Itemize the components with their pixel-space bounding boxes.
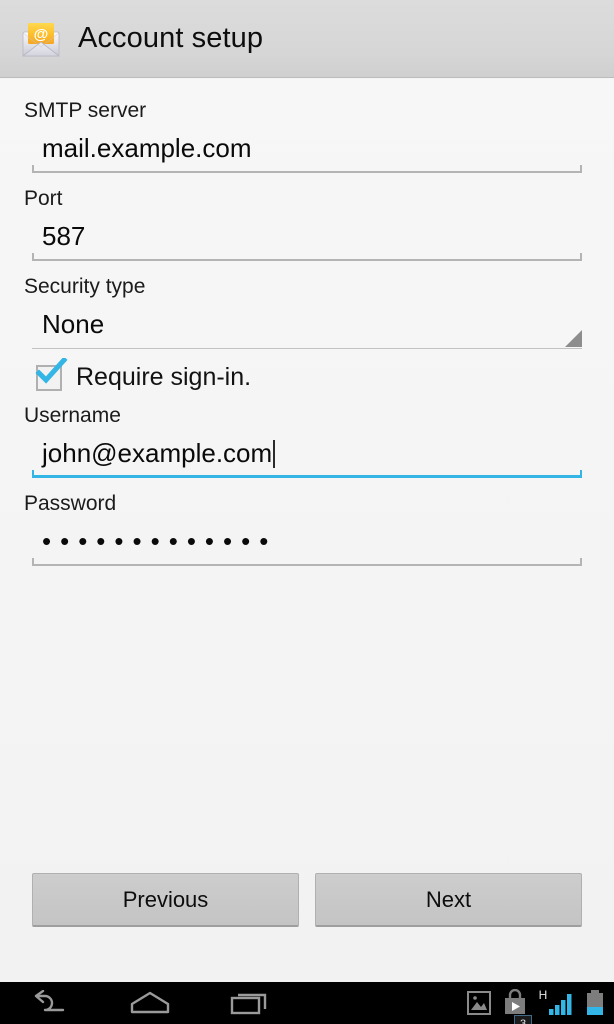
battery-icon xyxy=(584,988,606,1018)
system-navigation-bar: 3 H xyxy=(0,982,614,1024)
next-button[interactable]: Next xyxy=(315,873,582,927)
port-field[interactable]: 587 xyxy=(32,215,582,261)
username-value: john@example.com xyxy=(42,438,273,468)
security-type-underline xyxy=(32,348,582,349)
action-bar: @ Account setup xyxy=(0,0,614,78)
username-label: Username xyxy=(24,404,121,427)
password-value: ••••••••••••• xyxy=(42,526,278,556)
username-underline xyxy=(32,470,582,478)
back-button[interactable] xyxy=(0,982,100,1024)
svg-text:@: @ xyxy=(34,26,49,43)
port-value: 587 xyxy=(42,221,86,251)
network-type-label: H xyxy=(539,988,548,1002)
play-store-badge: 3 xyxy=(514,1015,532,1024)
security-type-spinner[interactable]: None xyxy=(32,303,582,349)
port-underline xyxy=(32,253,582,261)
require-signin-checkbox[interactable] xyxy=(35,357,68,391)
smtp-server-label: SMTP server xyxy=(24,99,147,122)
password-underline xyxy=(32,558,582,566)
smtp-server-value: mail.example.com xyxy=(42,133,252,163)
page-title: Account setup xyxy=(78,22,264,54)
button-bar: Previous Next xyxy=(0,873,614,927)
email-at-envelope-icon: @ xyxy=(18,16,64,62)
smtp-server-field[interactable]: mail.example.com xyxy=(32,127,582,173)
smtp-server-underline xyxy=(32,165,582,173)
require-signin-label: Require sign-in. xyxy=(76,363,252,391)
security-type-label: Security type xyxy=(24,275,146,298)
gallery-icon[interactable] xyxy=(466,989,492,1017)
status-icons: 3 H xyxy=(466,982,606,1024)
username-field[interactable]: john@example.com xyxy=(32,432,582,478)
text-cursor xyxy=(273,440,276,468)
play-store-icon[interactable]: 3 xyxy=(502,988,532,1024)
signal-bars-icon: H xyxy=(538,988,574,1018)
chevron-down-icon[interactable] xyxy=(565,330,582,347)
android-account-setup-screen: @ Account setup SMTP server mail.example… xyxy=(0,0,614,1024)
home-button[interactable] xyxy=(100,982,200,1024)
nav-buttons xyxy=(0,982,300,1024)
account-setup-form: SMTP server mail.example.com Port 587 Se… xyxy=(0,79,614,982)
port-label: Port xyxy=(24,187,63,210)
username-value-wrap: john@example.com xyxy=(32,432,582,474)
password-label: Password xyxy=(24,492,117,515)
require-signin-row[interactable]: Require sign-in. xyxy=(35,357,614,392)
previous-button[interactable]: Previous xyxy=(32,873,299,927)
recents-button[interactable] xyxy=(200,982,300,1024)
security-type-value: None xyxy=(42,309,105,339)
password-field[interactable]: ••••••••••••• xyxy=(32,520,582,566)
